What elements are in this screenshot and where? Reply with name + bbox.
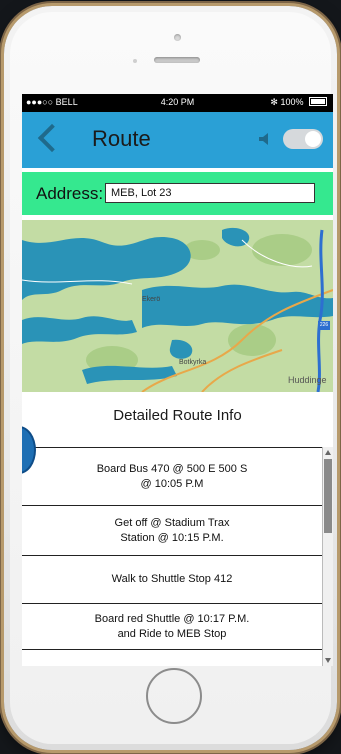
map-graphic bbox=[22, 220, 333, 392]
scroll-down-arrow-icon[interactable] bbox=[325, 658, 331, 663]
sound-toggle[interactable] bbox=[283, 129, 323, 149]
map-label-botkyrka: Botkyrka bbox=[179, 359, 207, 366]
route-step-line: Board Bus 470 @ 500 E 500 S bbox=[96, 462, 248, 475]
address-label: Address: bbox=[36, 184, 104, 203]
earpiece-speaker bbox=[154, 57, 200, 63]
battery-text: ✻ 100% bbox=[270, 97, 304, 107]
route-step: Board red Shuttle @ 10:17 P.M. and Ride … bbox=[22, 604, 322, 650]
scroll-thumb[interactable] bbox=[324, 459, 332, 533]
scroll-up-arrow-icon[interactable] bbox=[325, 450, 331, 455]
proximity-sensor bbox=[133, 59, 137, 63]
address-input[interactable]: MEB, Lot 23 bbox=[105, 183, 315, 203]
route-info-title: Detailed Route Info bbox=[113, 407, 242, 424]
battery-icon bbox=[309, 97, 327, 106]
page-title: Route bbox=[92, 126, 151, 151]
route-step: Get off @ Stadium Trax Station @ 10:15 P… bbox=[22, 506, 322, 556]
map-label-ekero: Ekerö bbox=[142, 296, 161, 303]
route-step-line: Board red Shuttle @ 10:17 P.M. bbox=[94, 612, 250, 625]
route-step-line: Station @ 10:15 P.M. bbox=[120, 531, 224, 544]
route-step-line: Walk to Shuttle Stop 412 bbox=[111, 573, 233, 585]
route-step: Walk to Shuttle Stop 412 bbox=[22, 556, 322, 604]
front-camera bbox=[174, 34, 181, 41]
route-map[interactable]: Ekerö Botkyrka Huddinge 226 bbox=[22, 220, 333, 392]
address-bar: Address: MEB, Lot 23 bbox=[22, 172, 333, 215]
chevron-left-icon[interactable] bbox=[37, 123, 67, 153]
route-step-line: @ 10:05 P.M bbox=[140, 477, 204, 490]
phone-screen: ●●●○○ BELL 4:20 PM ✻ 100% Route Address:… bbox=[22, 94, 333, 666]
speaker-icon[interactable] bbox=[258, 132, 272, 146]
map-label-huddinge: Huddinge bbox=[288, 375, 327, 385]
status-bar: ●●●○○ BELL 4:20 PM ✻ 100% bbox=[22, 94, 333, 112]
battery-status: ✻ 100% bbox=[270, 97, 327, 108]
route-steps-list[interactable]: Board Bus 470 @ 500 E 500 S @ 10:05 P.M … bbox=[22, 447, 322, 666]
route-step-line: and Ride to MEB Stop bbox=[117, 627, 227, 640]
route-shield-icon: 226 bbox=[318, 321, 330, 330]
route-step: Board Bus 470 @ 500 E 500 S @ 10:05 P.M bbox=[22, 448, 322, 506]
app-header: Route bbox=[22, 112, 333, 168]
route-list-scrollbar[interactable] bbox=[322, 447, 333, 666]
route-step-line: Get off @ Stadium Trax bbox=[114, 516, 230, 529]
home-button[interactable] bbox=[146, 668, 202, 724]
